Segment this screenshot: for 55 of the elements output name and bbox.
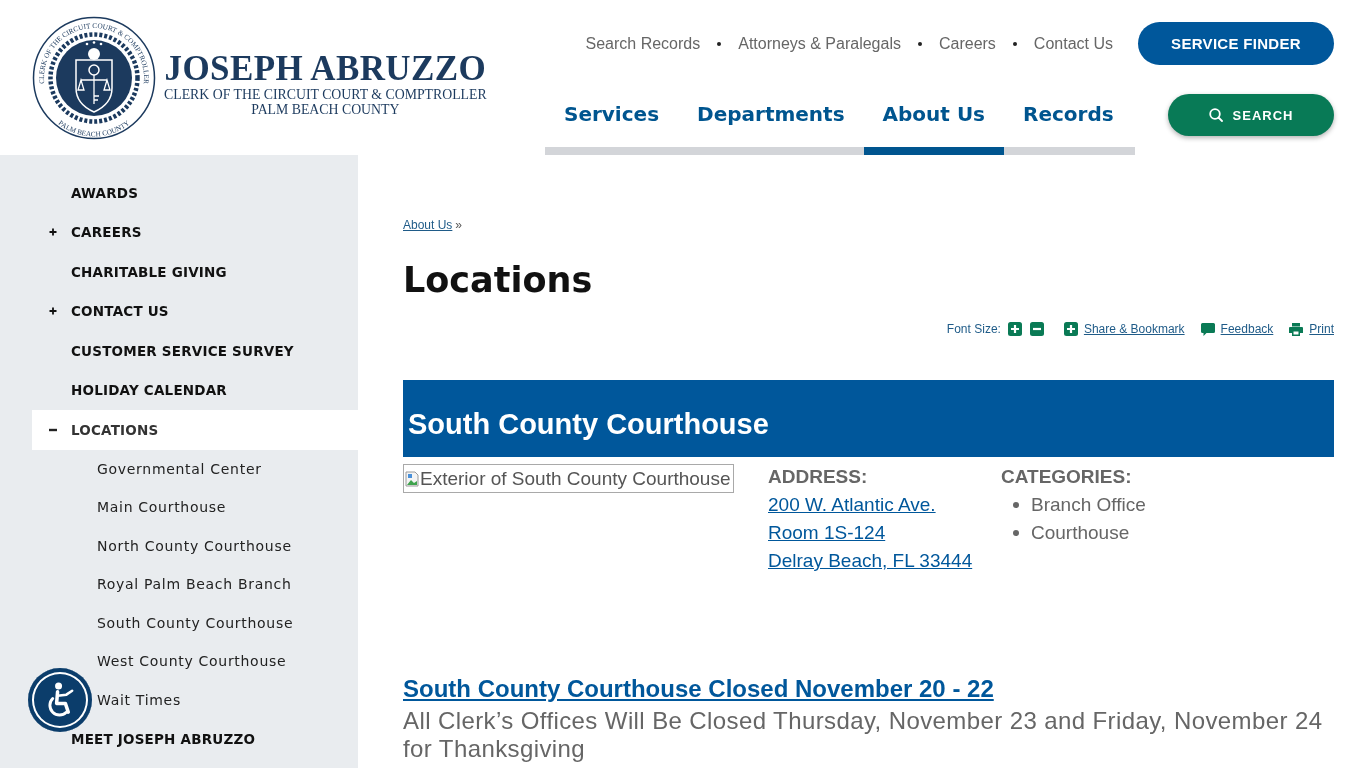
plus-icon <box>1063 322 1078 336</box>
address-link[interactable]: Room 1S-124 <box>768 519 886 547</box>
bullet-icon <box>1013 502 1019 508</box>
logo-subtitle: CLERK OF THE CIRCUIT COURT & COMPTROLLER <box>164 87 487 102</box>
nav-tab[interactable]: Departments <box>678 91 864 155</box>
nav-tab[interactable]: Services <box>545 91 679 155</box>
font-size-label: Font Size: <box>946 322 1001 336</box>
broken-image-icon <box>404 470 420 487</box>
location-title: South County Courthouse <box>403 380 1334 457</box>
sidebar-item[interactable]: MEET JOSEPH ABRUZZO <box>71 730 256 747</box>
sidebar-item[interactable]: CAREERS <box>49 224 142 241</box>
bullet-icon <box>1013 530 1019 536</box>
logo-name: JOSEPH ABRUZZO <box>164 50 487 87</box>
utility-link[interactable]: Careers <box>938 34 996 53</box>
sidebar-subitem[interactable]: North County Courthouse <box>97 526 292 565</box>
news-title-link[interactable]: South County Courthouse Closed November 20 - 22 <box>403 675 994 703</box>
nav-tab[interactable]: Records <box>1004 91 1133 155</box>
print-link[interactable]: Print <box>1289 322 1334 336</box>
news-text: All Clerk’s Offices Will Be Closed Thursday, November 23 and Friday, November 24 for Thanksgiving <box>403 707 1324 763</box>
sidebar-subitem[interactable]: West County Courthouse <box>97 642 287 681</box>
categories-label: CATEGORIES: <box>1001 465 1133 489</box>
sidebar-subitem[interactable]: Main Courthouse <box>97 488 227 527</box>
chat-icon <box>1200 322 1215 336</box>
plus-icon[interactable] <box>49 228 57 237</box>
feedback-link[interactable]: Feedback <box>1200 322 1274 336</box>
address-link[interactable]: Delray Beach, FL 33444 <box>768 547 973 575</box>
sidebar-subitem[interactable]: Royal Palm Beach Branch <box>97 565 292 604</box>
logo-county: PALM BEACH COUNTY <box>251 102 400 117</box>
sidebar-subitem[interactable]: Wait Times <box>97 680 181 719</box>
printer-icon <box>1289 322 1304 336</box>
service-finder-button[interactable]: SERVICE FINDER <box>1138 22 1334 65</box>
share-link[interactable]: Share & Bookmark <box>1063 322 1185 336</box>
address-label: ADDRESS: <box>768 465 869 489</box>
sidebar-subitem[interactable]: South County Courthouse <box>97 603 294 642</box>
image-alt-text: Exterior of South County Courthouse <box>420 466 731 491</box>
search-icon <box>1208 108 1223 122</box>
search-button[interactable]: SEARCH <box>1168 94 1334 136</box>
sidebar-item[interactable]: CHARITABLE GIVING <box>71 263 227 280</box>
category-text: Courthouse <box>1031 521 1130 545</box>
sidebar-item[interactable]: CUSTOMER SERVICE SURVEY <box>71 342 294 359</box>
sidebar-subitem[interactable]: Governmental Center <box>97 449 262 488</box>
breadcrumb-link[interactable]: About Us <box>403 217 453 233</box>
sidebar-item[interactable]: CONTACT US <box>49 303 169 320</box>
nav-tab[interactable]: About Us <box>863 91 1005 155</box>
utility-link[interactable]: Search Records <box>585 34 701 53</box>
breadcrumb-separator: » <box>455 217 463 233</box>
sidebar-item[interactable]: LOCATIONS <box>32 410 358 450</box>
address-link[interactable]: 200 W. Atlantic Ave. <box>768 491 936 519</box>
sidebar-item[interactable]: HOLIDAY CALENDAR <box>71 382 227 399</box>
utility-link[interactable]: Attorneys & Paralegals <box>738 34 901 53</box>
sidebar-item[interactable]: AWARDS <box>71 184 139 201</box>
page-title: Locations <box>403 260 593 300</box>
category-text: Branch Office <box>1031 493 1146 517</box>
utility-link[interactable]: Contact Us <box>1033 34 1113 53</box>
plus-icon[interactable] <box>49 307 57 316</box>
